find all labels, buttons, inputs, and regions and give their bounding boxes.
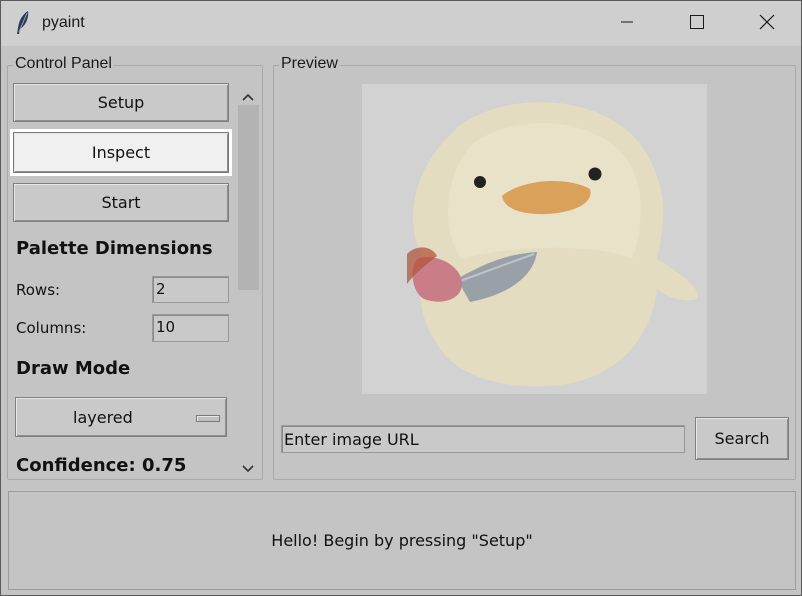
window-title: pyaint <box>42 14 85 31</box>
maximize-icon <box>689 14 705 34</box>
preview-image <box>362 84 707 394</box>
start-button[interactable]: Start <box>13 183 229 222</box>
control-panel-label: Control Panel <box>13 55 114 73</box>
chevron-up-icon <box>242 86 254 105</box>
title-bar[interactable]: pyaint <box>1 1 801 46</box>
scroll-down-button[interactable] <box>235 456 261 478</box>
scroll-thumb[interactable] <box>238 105 259 290</box>
status-message-box: Hello! Begin by pressing "Setup" <box>8 491 796 590</box>
columns-label: Columns: <box>16 319 87 337</box>
preview-label: Preview <box>279 55 340 73</box>
maximize-button[interactable] <box>662 1 732 46</box>
app-window: pyaint Control Panel Setup Inspect Start… <box>0 0 802 596</box>
confidence-label: Confidence: 0.75 <box>16 455 187 476</box>
draw-mode-value: layered <box>73 408 133 427</box>
palette-dimensions-title: Palette Dimensions <box>16 238 213 259</box>
close-icon <box>759 14 775 34</box>
control-panel-scrollbar[interactable] <box>235 81 261 478</box>
close-button[interactable] <box>732 1 802 46</box>
rows-input[interactable]: 2 <box>152 276 229 303</box>
minimize-icon <box>620 14 634 33</box>
minimize-button[interactable] <box>592 1 662 46</box>
setup-button[interactable]: Setup <box>13 83 229 122</box>
draw-mode-title: Draw Mode <box>16 358 131 379</box>
search-button[interactable]: Search <box>695 417 789 460</box>
chevron-down-icon <box>242 458 254 477</box>
status-message: Hello! Begin by pressing "Setup" <box>271 531 533 550</box>
rows-label: Rows: <box>16 281 61 299</box>
inspect-button[interactable]: Inspect <box>10 129 232 176</box>
scroll-up-button[interactable] <box>235 84 261 106</box>
option-indicator-icon <box>196 415 220 422</box>
columns-input[interactable]: 10 <box>152 314 229 342</box>
image-url-input[interactable]: Enter image URL <box>281 425 685 453</box>
feather-icon <box>14 10 32 36</box>
draw-mode-select[interactable]: layered <box>15 397 227 437</box>
